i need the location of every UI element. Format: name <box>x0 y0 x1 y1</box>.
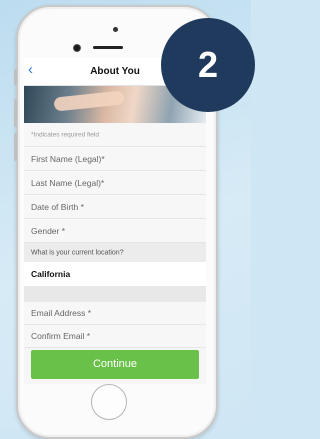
volume-up-button <box>14 99 17 127</box>
phone-screen: ‹ About You *Indicates required field Fi… <box>24 58 206 384</box>
sensor-icon <box>113 27 118 32</box>
home-button[interactable] <box>91 384 127 420</box>
location-value: California <box>31 269 71 279</box>
section-divider <box>24 287 206 302</box>
email-address-field[interactable]: Email Address * <box>24 302 206 325</box>
location-question: What is your current location? <box>31 249 124 256</box>
field-label: Gender * <box>31 225 66 236</box>
camera-icon <box>73 44 81 52</box>
gender-field[interactable]: Gender * <box>24 219 206 243</box>
hand-image <box>53 90 125 112</box>
date-of-birth-field[interactable]: Date of Birth * <box>24 195 206 219</box>
last-name-field[interactable]: Last Name (Legal)* <box>24 171 206 195</box>
required-note-row: *Indicates required field <box>24 124 206 147</box>
mute-switch <box>14 69 17 85</box>
field-label: Confirm Email * <box>31 331 91 341</box>
continue-button[interactable]: Continue <box>31 350 199 379</box>
field-label: Email Address * <box>31 308 91 318</box>
required-note: *Indicates required field <box>31 131 99 139</box>
field-label: Last Name (Legal)* <box>31 177 105 188</box>
confirm-email-field[interactable]: Confirm Email * <box>24 325 206 348</box>
first-name-field[interactable]: First Name (Legal)* <box>24 147 206 171</box>
field-label: First Name (Legal)* <box>31 153 105 164</box>
step-number: 2 <box>197 44 219 85</box>
field-label: Date of Birth * <box>31 201 84 212</box>
location-question-row: What is your current location? <box>24 243 206 262</box>
earpiece <box>93 46 123 49</box>
volume-down-button <box>14 133 17 161</box>
location-select[interactable]: California <box>24 262 206 287</box>
